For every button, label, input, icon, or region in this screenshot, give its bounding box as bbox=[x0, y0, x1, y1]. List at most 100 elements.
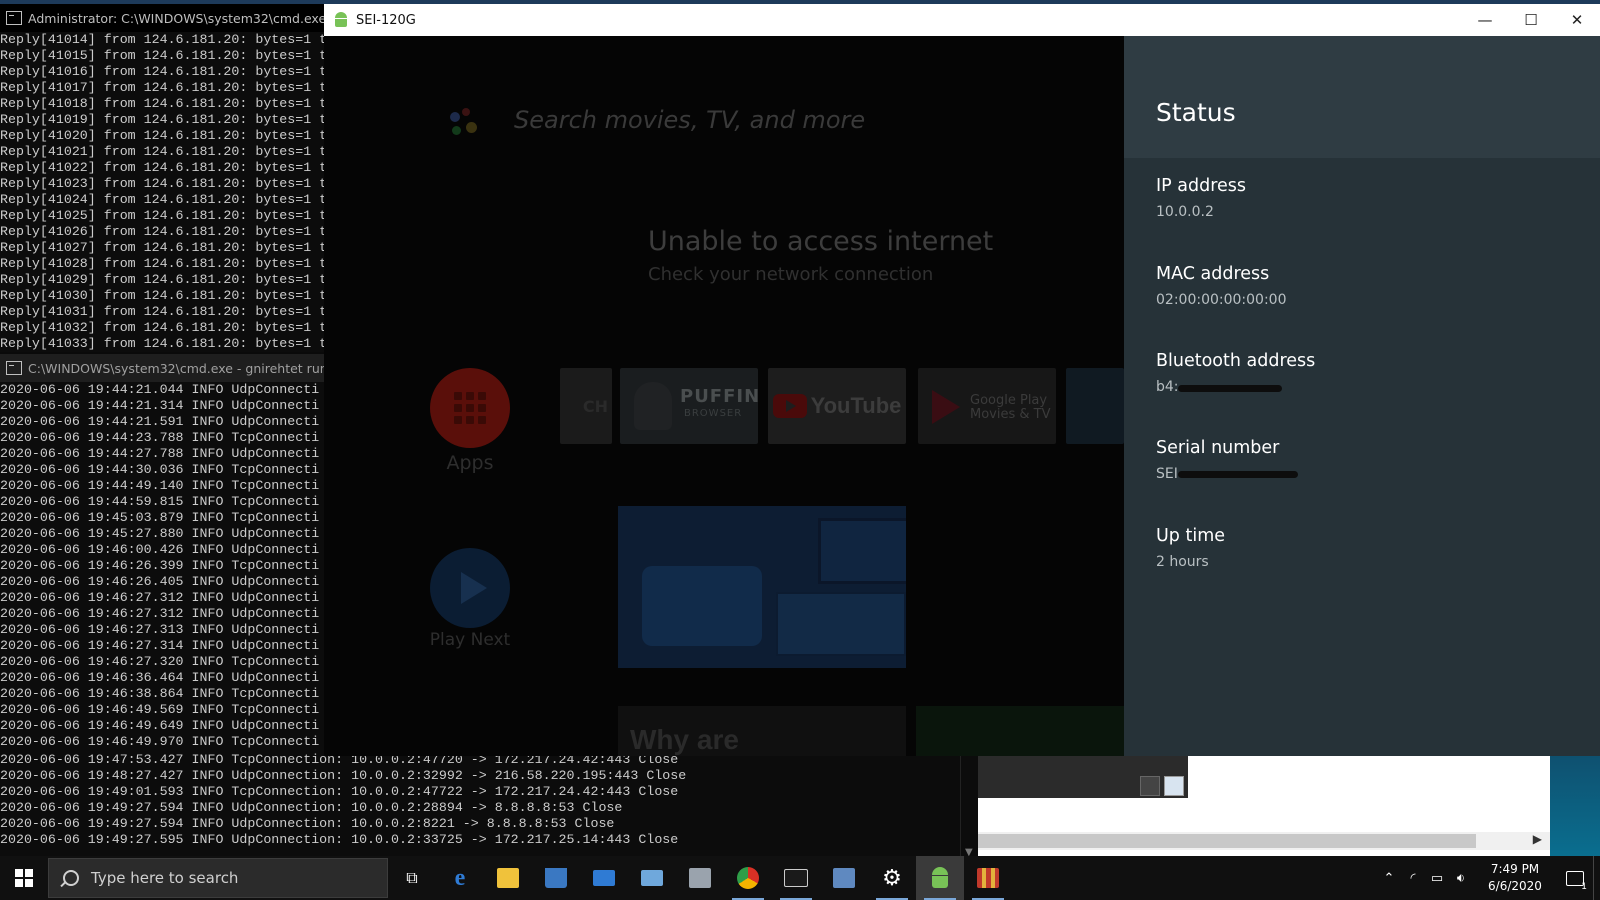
console-output[interactable]: Reply[41014] from 124.6.181.20: bytes=1 … bbox=[0, 32, 324, 350]
taskbar-mail[interactable] bbox=[580, 856, 628, 900]
console-line: 2020-06-06 19:45:27.880 INFO UdpConnecti bbox=[0, 526, 320, 541]
windows-logo-icon bbox=[15, 869, 33, 887]
search-bar[interactable]: Search movies, TV, and more bbox=[514, 106, 865, 134]
gear-icon: ⚙ bbox=[882, 865, 902, 891]
status-label: IP address bbox=[1156, 176, 1247, 196]
cmd-window-gnirehtet-tail[interactable]: 2020-06-06 19:47:53.427 INFO TcpConnecti… bbox=[0, 752, 979, 860]
console-line: 2020-06-06 19:46:27.314 INFO UdpConnecti bbox=[0, 638, 320, 653]
status-label: Bluetooth address bbox=[1156, 351, 1316, 371]
app-tile-google-play-movies[interactable]: Google Play Movies & TV bbox=[918, 368, 1056, 444]
taskbar-android-emulator[interactable] bbox=[916, 856, 964, 900]
tile-label: Google Play Movies & TV bbox=[970, 394, 1050, 422]
toolbar-button[interactable] bbox=[1140, 776, 1160, 796]
status-label: Serial number bbox=[1156, 438, 1280, 458]
console-line: 2020-06-06 19:46:49.649 INFO UdpConnecti bbox=[0, 718, 320, 733]
console-line: 2020-06-06 19:46:36.464 INFO UdpConnecti bbox=[0, 670, 320, 685]
taskbar-app-network[interactable] bbox=[820, 856, 868, 900]
console-line: 2020-06-06 19:44:21.314 INFO UdpConnecti bbox=[0, 398, 320, 413]
taskbar-chrome[interactable] bbox=[724, 856, 772, 900]
tool-app-icon bbox=[689, 868, 711, 888]
console-line: Reply[41020] from 124.6.181.20: bytes=1 … bbox=[0, 128, 324, 143]
status-item-uptime[interactable]: Up time 2 hours bbox=[1156, 526, 1225, 570]
taskbar-search-box[interactable]: Type here to search bbox=[48, 858, 388, 898]
cmd-window-fping[interactable]: Administrator: C:\WINDOWS\system32\cmd.e… bbox=[0, 4, 324, 352]
emulator-titlebar[interactable]: SEI-120G — ☐ ✕ bbox=[324, 4, 1600, 36]
cmd-window-gnirehtet[interactable]: C:\WINDOWS\system32\cmd.exe - gnirehtet … bbox=[0, 354, 324, 758]
console-output[interactable]: 2020-06-06 19:44:21.044 INFO UdpConnecti… bbox=[0, 382, 324, 758]
battery-icon[interactable]: ▭ bbox=[1425, 856, 1449, 900]
taskbar-winrar[interactable] bbox=[964, 856, 1012, 900]
console-line: Reply[41023] from 124.6.181.20: bytes=1 … bbox=[0, 176, 324, 191]
chevron-up-icon[interactable]: ⌃ bbox=[1377, 856, 1401, 900]
taskbar-settings[interactable]: ⚙ bbox=[868, 856, 916, 900]
panel-title: Status bbox=[1156, 98, 1236, 127]
console-line: 2020-06-06 19:49:27.594 INFO UdpConnecti… bbox=[0, 800, 623, 815]
scroll-right-icon[interactable]: ▶ bbox=[1533, 832, 1542, 846]
google-assistant-icon[interactable] bbox=[448, 106, 488, 146]
toolbar-button[interactable] bbox=[1164, 776, 1184, 796]
taskbar-app-blue[interactable] bbox=[628, 856, 676, 900]
console-line: Reply[41014] from 124.6.181.20: bytes=1 … bbox=[0, 32, 324, 47]
maximize-button[interactable]: ☐ bbox=[1508, 4, 1554, 36]
taskbar-cmd[interactable] bbox=[772, 856, 820, 900]
system-tray: ⌃ ◜ ▭ 🔉︎ 7:49 PM 6/6/2020 1 bbox=[1377, 856, 1600, 900]
status-panel: Status IP address 10.0.0.2 MAC address 0… bbox=[1124, 36, 1600, 756]
app-tile-partial[interactable] bbox=[1066, 368, 1124, 444]
apps-button[interactable] bbox=[430, 368, 510, 448]
start-button[interactable] bbox=[0, 856, 48, 900]
volume-icon[interactable]: 🔉︎ bbox=[1449, 856, 1473, 900]
action-center-button[interactable]: 1 bbox=[1557, 856, 1593, 900]
console-line: 2020-06-06 19:46:49.970 INFO TcpConnecti bbox=[0, 734, 320, 749]
console-line: Reply[41031] from 124.6.181.20: bytes=1 … bbox=[0, 304, 324, 319]
status-item-bluetooth[interactable]: Bluetooth address b4: bbox=[1156, 351, 1315, 395]
terminal-icon bbox=[784, 869, 808, 887]
console-line: 2020-06-06 19:46:38.864 INFO TcpConnecti bbox=[0, 686, 320, 701]
task-view-button[interactable]: ⧉ bbox=[388, 856, 436, 900]
close-button[interactable]: ✕ bbox=[1554, 4, 1600, 36]
content-card[interactable] bbox=[916, 706, 1126, 756]
redaction-mark bbox=[1178, 385, 1282, 392]
console-line: Reply[41027] from 124.6.181.20: bytes=1 … bbox=[0, 240, 324, 255]
terminal-icon bbox=[6, 361, 22, 375]
show-desktop-button[interactable] bbox=[1593, 856, 1600, 900]
cmd-titlebar[interactable]: Administrator: C:\WINDOWS\system32\cmd.e… bbox=[0, 4, 324, 32]
taskbar-file-explorer[interactable] bbox=[484, 856, 532, 900]
scrollbar-thumb[interactable] bbox=[978, 834, 1476, 848]
task-view-icon: ⧉ bbox=[406, 868, 418, 887]
cmd-titlebar[interactable]: C:\WINDOWS\system32\cmd.exe - gnirehtet … bbox=[0, 354, 324, 382]
network-icon[interactable]: ◜ bbox=[1401, 856, 1425, 900]
play-movies-icon bbox=[932, 390, 960, 424]
offline-title: Unable to access internet bbox=[648, 226, 994, 257]
status-item-ip[interactable]: IP address 10.0.0.2 bbox=[1156, 176, 1246, 220]
app-tile-search[interactable]: CH bbox=[560, 368, 612, 444]
clock[interactable]: 7:49 PM 6/6/2020 bbox=[1473, 861, 1557, 895]
app-tile-youtube[interactable]: YouTube bbox=[768, 368, 906, 444]
status-item-mac[interactable]: MAC address 02:00:00:00:00:00 bbox=[1156, 264, 1286, 308]
tile-label-line1: Google Play bbox=[970, 393, 1048, 408]
app-tile-puffin-browser[interactable]: PUFFIN BROWSER bbox=[620, 368, 759, 444]
console-line: 2020-06-06 19:49:27.594 INFO UdpConnecti… bbox=[0, 816, 615, 831]
status-value: SEI bbox=[1156, 466, 1298, 482]
status-item-serial[interactable]: Serial number SEI bbox=[1156, 438, 1298, 482]
taskbar-app-gray[interactable] bbox=[676, 856, 724, 900]
minimize-button[interactable]: — bbox=[1462, 4, 1508, 36]
emulator-window[interactable]: SEI-120G — ☐ ✕ Search movies, TV, and mo… bbox=[324, 4, 1600, 756]
play-next-card[interactable] bbox=[618, 506, 906, 668]
content-card[interactable]: Why are bbox=[618, 706, 906, 756]
taskbar-edge[interactable]: e bbox=[436, 856, 484, 900]
illustration-sofa bbox=[642, 566, 762, 646]
play-next-button[interactable] bbox=[430, 548, 510, 628]
toolbar-window[interactable] bbox=[978, 756, 1188, 798]
console-line: Reply[41017] from 124.6.181.20: bytes=1 … bbox=[0, 80, 324, 95]
console-line: Reply[41030] from 124.6.181.20: bytes=1 … bbox=[0, 288, 324, 303]
status-header bbox=[1124, 36, 1600, 158]
archive-icon bbox=[977, 868, 999, 888]
taskbar-store[interactable] bbox=[532, 856, 580, 900]
vertical-scrollbar[interactable]: ▼ bbox=[960, 752, 979, 860]
card-title: Why are bbox=[630, 724, 739, 755]
console-output[interactable]: 2020-06-06 19:47:53.427 INFO TcpConnecti… bbox=[0, 752, 978, 848]
console-line: Reply[41019] from 124.6.181.20: bytes=1 … bbox=[0, 112, 324, 127]
tv-screen[interactable]: Search movies, TV, and more Unable to ac… bbox=[324, 36, 1600, 756]
tile-label: YouTube bbox=[810, 393, 902, 418]
console-line: 2020-06-06 19:44:21.044 INFO UdpConnecti bbox=[0, 382, 320, 397]
